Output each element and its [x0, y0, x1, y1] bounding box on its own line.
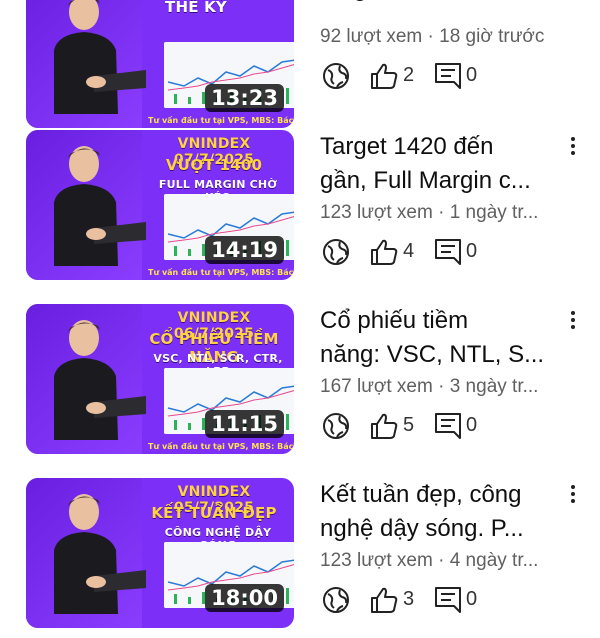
- video-meta: 123 lượt xem · 4 ngày tr...: [320, 550, 539, 571]
- presenter-image: [54, 494, 146, 614]
- like-count: 4: [403, 240, 415, 262]
- globe-icon: [323, 63, 349, 89]
- video-title[interactable]: Target 1420 đến gần, Full Margin c...: [320, 130, 556, 198]
- presenter-image: [54, 320, 146, 440]
- more-vert-icon[interactable]: [566, 134, 580, 160]
- globe-icon: [323, 587, 349, 613]
- thumbnail-footer-text: [126, 614, 294, 628]
- globe-icon: [323, 239, 349, 265]
- comment-count: 0: [466, 414, 478, 436]
- video-title[interactable]: Cổ phiếu tiềm năng: VSC, NTL, S...: [320, 304, 556, 372]
- thumbs-up-icon[interactable]: [368, 60, 400, 92]
- video-title-line-2: năng: VSC, NTL, S...: [320, 341, 545, 368]
- video-duration: 13:23: [205, 84, 284, 112]
- presenter-image: [54, 146, 146, 266]
- thumbs-up-icon[interactable]: [368, 236, 400, 268]
- video-item[interactable]: VNINDEX 05/7/2025 KẾT TUẦN ĐẸP CÔNG NGHỆ…: [0, 478, 600, 638]
- comment-icon[interactable]: [432, 60, 464, 92]
- video-title-line-2: nghệ dậy sóng. P...: [320, 515, 524, 542]
- video-duration: 14:19: [205, 236, 284, 264]
- thumbnail-headline-main: VƯỢT 1400: [165, 156, 263, 174]
- video-thumbnail[interactable]: VNINDEX 07/7/2025 VƯỢT 1400 FULL MARGIN …: [26, 130, 294, 280]
- video-title-line-1: Cổ phiếu tiềm: [320, 307, 469, 334]
- comment-count: 0: [466, 64, 478, 86]
- comment-icon[interactable]: [432, 236, 464, 268]
- like-count: 2: [403, 64, 415, 86]
- video-title-line-1: Target 1420 đến: [320, 133, 494, 160]
- thumbnail-headline-main: KẾT TUẦN ĐẸP: [151, 504, 277, 522]
- video-title[interactable]: Kết tuần đẹp, công nghệ dậy sóng. P...: [320, 478, 556, 546]
- thumbs-up-icon[interactable]: [368, 584, 400, 616]
- video-item[interactable]: VNINDEX 06/7/2025 CỔ PHIẾU TIỀM NĂNG VSC…: [0, 304, 600, 464]
- thumbnail-headline-main: UPTREND THẾ KỶ: [165, 0, 227, 16]
- thumbnail-footer-text: Tư vấn đầu tư tại VPS, MBS: Bác sĩ Chứng…: [148, 268, 294, 277]
- thumbnail-footer-text: Tư vấn đầu tư tại VPS, MBS: Bác sĩ Chứng…: [148, 116, 294, 125]
- video-item[interactable]: UPTREND THẾ KỶ Tư vấn đầu tư tại VPS, MB…: [0, 0, 600, 138]
- comment-icon[interactable]: [432, 584, 464, 616]
- thumbs-up-icon[interactable]: [368, 410, 400, 442]
- video-duration: 11:15: [205, 410, 284, 438]
- thumbnail-footer-text: Tư vấn đầu tư tại VPS, MBS: Bác sĩ Chứng…: [148, 442, 294, 451]
- video-title[interactable]: Target 1420-1450...: [320, 0, 556, 6]
- globe-icon: [323, 413, 349, 439]
- comment-count: 0: [466, 240, 478, 262]
- video-title-line-2: gần, Full Margin c...: [320, 167, 531, 194]
- presenter-image: [54, 0, 146, 114]
- video-title-line-1: Target 1420-1450...: [320, 0, 556, 6]
- video-thumbnail[interactable]: VNINDEX 05/7/2025 KẾT TUẦN ĐẸP CÔNG NGHỆ…: [26, 478, 294, 628]
- video-meta: 123 lượt xem · 1 ngày tr...: [320, 202, 539, 223]
- video-thumbnail[interactable]: UPTREND THẾ KỶ Tư vấn đầu tư tại VPS, MB…: [26, 0, 294, 128]
- video-meta: 167 lượt xem · 3 ngày tr...: [320, 376, 539, 397]
- video-meta: 92 lượt xem · 18 giờ trước: [320, 26, 545, 47]
- video-thumbnail[interactable]: VNINDEX 06/7/2025 CỔ PHIẾU TIỀM NĂNG VSC…: [26, 304, 294, 454]
- more-vert-icon[interactable]: [566, 482, 580, 508]
- like-count: 5: [403, 414, 415, 436]
- video-item[interactable]: VNINDEX 07/7/2025 VƯỢT 1400 FULL MARGIN …: [0, 130, 600, 290]
- video-duration: 18:00: [205, 584, 284, 612]
- more-vert-icon[interactable]: [566, 308, 580, 334]
- comment-icon[interactable]: [432, 410, 464, 442]
- video-title-line-1: Kết tuần đẹp, công: [320, 481, 522, 508]
